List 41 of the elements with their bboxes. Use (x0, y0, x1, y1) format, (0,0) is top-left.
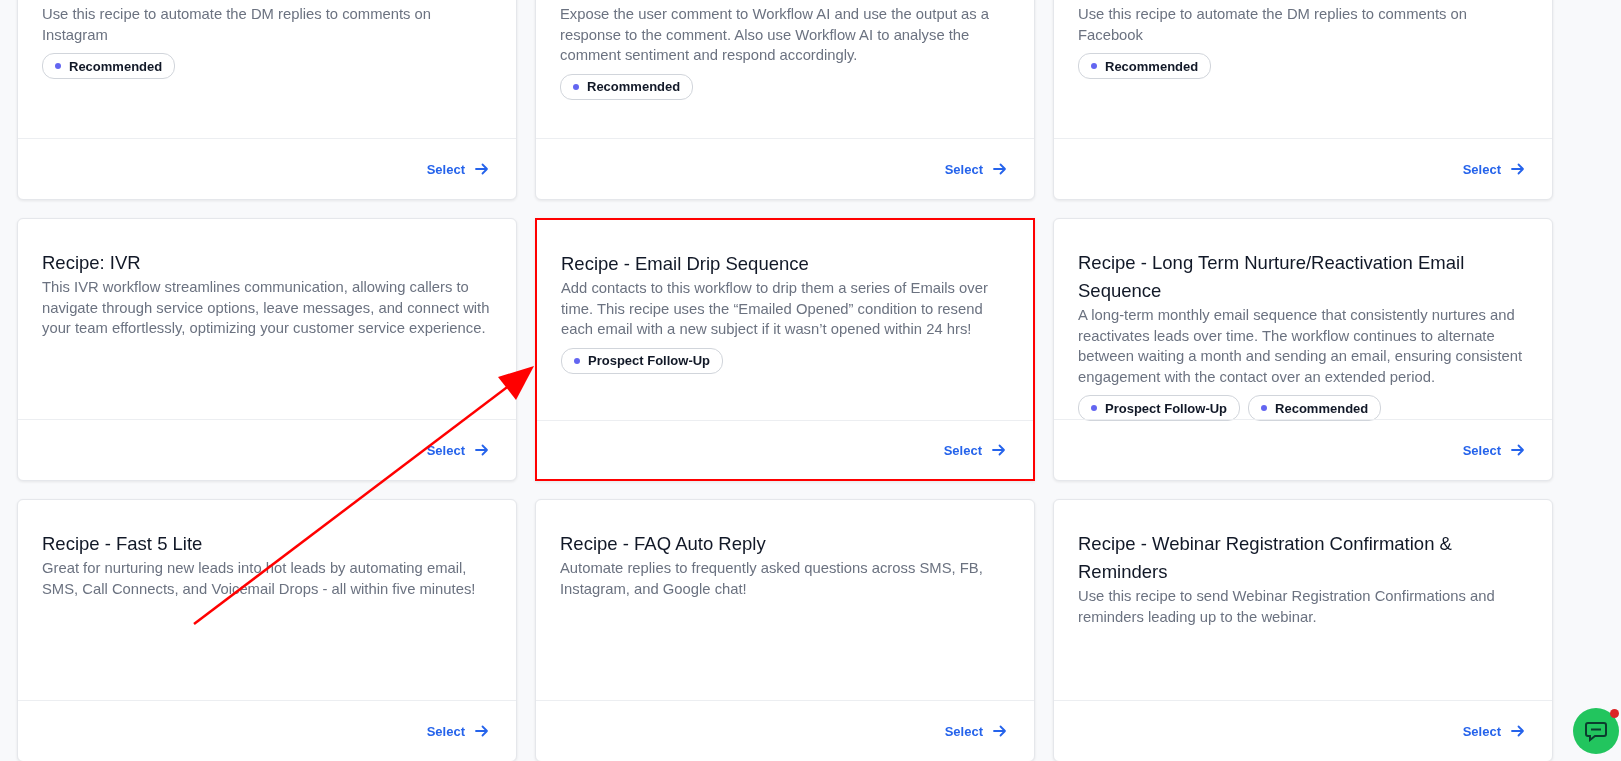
arrow-right-icon (1510, 442, 1526, 458)
card-title: Recipe: IVR (42, 251, 142, 275)
arrow-right-icon (474, 442, 490, 458)
arrow-right-icon (474, 161, 490, 177)
card-description: Automate replies to frequently asked questions across SMS, FB, Instagram, and Google chat! (560, 559, 984, 599)
tag-pill: Recommended (42, 53, 176, 80)
tag-pill: Recommended (1248, 395, 1382, 422)
select-link[interactable]: Select (943, 442, 1007, 458)
card-description: Use this recipe to automate the DM replies to comments on Facebook (1078, 5, 1468, 45)
select-link[interactable]: Select (426, 161, 490, 177)
arrow-right-icon (474, 723, 490, 739)
arrow-right-icon (991, 442, 1007, 458)
select-link[interactable]: Select (426, 442, 490, 458)
chat-button[interactable] (1573, 708, 1619, 754)
tag-pill: Recommended (560, 73, 694, 100)
select-link[interactable]: Select (426, 723, 490, 739)
select-link[interactable]: Select (944, 723, 1008, 739)
card-description: A long-term monthly email sequence that consistently nurtures and reactivates leads over time. The workflow continues to alternate between waiting a month and sending an email, ensuring consistent engagement with the contact over an extended period. (1078, 306, 1524, 387)
select-link[interactable]: Select (1462, 723, 1526, 739)
card-description: Use this recipe to automate the DM replies to comments on Instagram (42, 5, 432, 45)
card-title: Recipe - FAQ Auto Reply (560, 532, 767, 556)
tag-pill: Recommended (1078, 53, 1212, 80)
select-link[interactable]: Select (1462, 442, 1526, 458)
tag-pill: Prospect Follow-Up (1078, 395, 1241, 422)
card-description: Use this recipe to send Webinar Registration Confirmations and reminders leading up to the webinar. (1078, 587, 1496, 627)
card-description: Add contacts to this workflow to drip them a series of Emails over time. This recipe uses the “Emailed Opened” condition to resend each email with a new subject if it wasn’t opened within 24 hrs! (561, 279, 989, 340)
chat-bubble-icon (1584, 720, 1608, 742)
arrow-right-icon (1510, 723, 1526, 739)
arrow-right-icon (992, 161, 1008, 177)
card-title: Recipe - Long Term Nurture/Reactivation Email Sequence (1078, 251, 1466, 303)
arrow-right-icon (992, 723, 1008, 739)
tag-pill: Prospect Follow-Up (561, 347, 724, 374)
card-title: Recipe - Fast 5 Lite (42, 532, 204, 556)
select-link[interactable]: Select (944, 161, 1008, 177)
card-title: Recipe - Webinar Registration Confirmation & Reminders (1078, 532, 1453, 584)
notification-dot (1610, 709, 1619, 718)
select-link[interactable]: Select (1462, 161, 1526, 177)
card-description: Expose the user comment to Workflow AI and use the output as a response to the comment. Also use Workflow AI to analyse the comment sentiment and respond accordingly. (560, 5, 991, 66)
card-title: Recipe - Email Drip Sequence (561, 252, 810, 276)
card-description: This IVR workflow streamlines communication, allowing callers to navigate through service options, leave messages, and connect with your team effortlessly, optimizing your customer service experience. (42, 278, 491, 339)
arrow-right-icon (1510, 161, 1526, 177)
